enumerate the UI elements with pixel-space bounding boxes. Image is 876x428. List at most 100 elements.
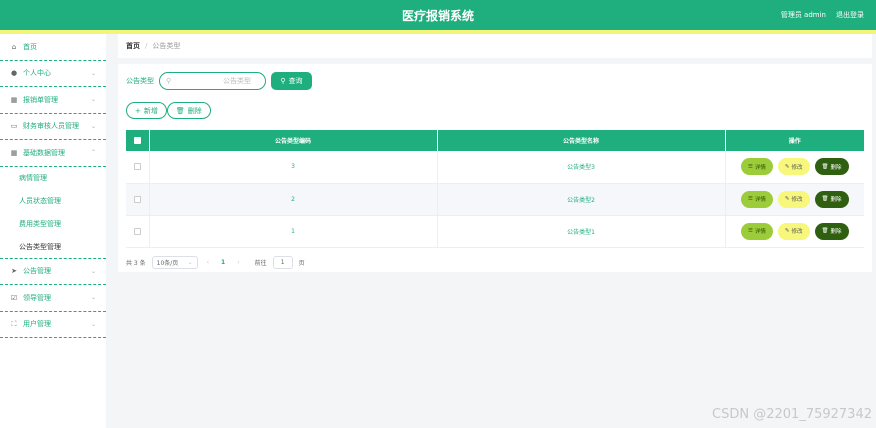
row-checkbox[interactable] — [133, 227, 141, 235]
delete-button-label: 删除 — [187, 106, 202, 115]
sidebar-item-notices[interactable]: ➤ 公告管理 ⌄ — [0, 259, 106, 285]
detail-label: 详情 — [754, 197, 766, 203]
page-suffix: 页 — [298, 259, 305, 267]
sidebar-subitem-person-status[interactable]: 人员状态管理 — [0, 190, 106, 213]
goto-label: 前往 — [254, 259, 267, 267]
search-placeholder: 公告类型 — [223, 77, 251, 85]
page-number-current[interactable]: 1 — [218, 259, 228, 266]
cell-code: 1 — [149, 215, 438, 247]
table-row: 3 公告类型3 ☰ 详情 ✎ 修改 🗑 删除 — [126, 151, 864, 183]
add-button-label: 新增 — [143, 106, 158, 115]
sidebar-item-claims[interactable]: ▦ 报销单管理 ⌄ — [0, 87, 106, 114]
goto-page-input[interactable]: 1 — [272, 255, 293, 269]
delete-button[interactable]: 🗑 删除 — [814, 158, 849, 176]
select-all-cell[interactable] — [126, 130, 150, 151]
sidebar-item-finance-auditors[interactable]: ▭ 财务审核人员管理 ⌄ — [0, 114, 106, 140]
chevron-down-icon: ⌄ — [90, 267, 96, 275]
cell-operations: ☰ 详情 ✎ 修改 🗑 删除 — [725, 151, 864, 183]
delete-button[interactable]: 🗑 删除 — [814, 190, 849, 208]
search-button-label: 查询 — [288, 77, 303, 85]
delete-label: 删除 — [830, 197, 842, 203]
breadcrumb-separator: / — [145, 42, 148, 50]
breadcrumb-current: 公告类型 — [152, 42, 181, 50]
edit-label: 修改 — [791, 164, 803, 171]
sidebar-item-profile[interactable]: ● 个人中心 ⌄ — [0, 61, 106, 87]
select-all-checkbox[interactable] — [133, 137, 141, 144]
chevron-down-icon: ⌄ — [90, 294, 96, 302]
delete-label: 删除 — [830, 229, 842, 235]
check-icon: ☑ — [10, 293, 18, 302]
trash-icon: 🗑 — [821, 196, 829, 202]
edit-label: 修改 — [791, 229, 803, 235]
search-button[interactable]: ⚲ 查询 — [271, 72, 312, 90]
column-header: 公告类型编码 — [149, 130, 438, 151]
sidebar-subitem-illness[interactable]: 病情管理 — [0, 167, 106, 190]
admin-user-label[interactable]: 管理员 admin — [781, 10, 826, 20]
cell-name: 公告类型2 — [437, 183, 726, 215]
sidebar-subitem-notice-type[interactable]: 公告类型管理 — [0, 236, 106, 259]
chevron-up-icon: ⌃ — [90, 149, 96, 157]
cell-name: 公告类型3 — [437, 151, 726, 183]
top-header: 医疗报销系统 管理员 admin 退出登录 — [0, 0, 876, 30]
top-right-menu: 管理员 admin 退出登录 — [781, 10, 864, 20]
list-icon: ☰ — [747, 163, 753, 170]
chevron-down-icon: ⌄ — [90, 320, 96, 328]
logout-link[interactable]: 退出登录 — [836, 10, 864, 20]
column-header: 公告类型名称 — [437, 130, 726, 151]
edit-button[interactable]: ✎ 修改 — [777, 158, 810, 176]
plus-icon: + — [135, 106, 141, 115]
sidebar-item-home[interactable]: ⌂ 首页 — [0, 34, 106, 61]
sidebar-item-users[interactable]: ⛶ 用户管理 ⌄ — [0, 312, 106, 338]
pagination-total: 共 3 条 — [126, 259, 146, 267]
edit-button[interactable]: ✎ 修改 — [777, 222, 810, 240]
sidebar: ⌂ 首页 ● 个人中心 ⌄ ▦ 报销单管理 ⌄ ▭ 财务审核人员管理 ⌄ ▦ 基… — [0, 34, 106, 428]
calendar-icon: ▦ — [10, 95, 18, 104]
monitor-icon: ▭ — [10, 122, 18, 131]
edit-icon: ✎ — [784, 196, 790, 202]
cell-code: 2 — [149, 183, 438, 215]
batch-delete-button[interactable]: 🗑 删除 — [166, 102, 211, 119]
search-input[interactable]: ⚲ 公告类型 — [159, 72, 266, 90]
chevron-down-icon: ⌄ — [90, 122, 96, 130]
detail-button[interactable]: ☰ 详情 — [740, 190, 773, 208]
row-select-cell[interactable] — [126, 215, 150, 247]
sidebar-item-label: 首页 — [23, 42, 37, 51]
detail-button[interactable]: ☰ 详情 — [740, 222, 773, 240]
delete-button[interactable]: 🗑 删除 — [814, 222, 849, 240]
cell-code: 3 — [149, 151, 438, 183]
sidebar-subitem-fee-type[interactable]: 费用类型管理 — [0, 213, 106, 236]
row-select-cell[interactable] — [126, 183, 150, 215]
table-header-row: 公告类型编码 公告类型名称 操作 — [126, 130, 864, 151]
sidebar-item-leaders[interactable]: ☑ 领导管理 ⌄ — [0, 285, 106, 312]
sidebar-item-label: 领导管理 — [23, 293, 51, 302]
send-icon: ➤ — [11, 267, 17, 276]
list-icon: ☰ — [747, 228, 753, 234]
delete-label: 删除 — [830, 164, 842, 171]
page-size-select[interactable]: 10条/页 ⌄ — [151, 255, 198, 269]
content-panel: 公告类型 ⚲ 公告类型 ⚲ 查询 + 新增 🗑 删除 公告类型编码 公告类型名称… — [118, 64, 872, 272]
row-select-cell[interactable] — [126, 151, 150, 183]
sidebar-item-basic-data[interactable]: ▦ 基础数据管理 ⌃ — [0, 140, 106, 167]
app-title: 医疗报销系统 — [401, 9, 474, 23]
edit-button[interactable]: ✎ 修改 — [777, 190, 810, 208]
sidebar-item-label: 公告管理 — [23, 267, 51, 276]
watermark: CSDN @2201_75927342 — [712, 407, 872, 422]
row-checkbox[interactable] — [133, 195, 141, 203]
add-button[interactable]: + 新增 — [126, 102, 167, 119]
calendar-icon: ▦ — [10, 148, 18, 157]
table-row: 1 公告类型1 ☰ 详情 ✎ 修改 🗑 删除 — [126, 215, 864, 247]
fullscreen-icon: ⛶ — [11, 319, 17, 328]
next-page-button[interactable]: › — [234, 259, 242, 266]
sidebar-item-label: 报销单管理 — [23, 95, 58, 104]
home-icon: ⌂ — [11, 42, 17, 51]
edit-label: 修改 — [791, 197, 803, 203]
sidebar-item-label: 用户管理 — [23, 320, 51, 329]
cell-operations: ☰ 详情 ✎ 修改 🗑 删除 — [725, 183, 864, 215]
data-table: 公告类型编码 公告类型名称 操作 3 公告类型3 ☰详情 ✎修改 🗑删除 — [126, 130, 864, 248]
breadcrumb-home[interactable]: 首页 — [126, 41, 140, 51]
search-label: 公告类型 — [126, 77, 154, 85]
prev-page-button[interactable]: ‹ — [204, 259, 212, 266]
row-checkbox[interactable] — [133, 163, 141, 171]
edit-icon: ✎ — [784, 228, 790, 234]
detail-button[interactable]: ☰ 详情 — [740, 158, 773, 176]
